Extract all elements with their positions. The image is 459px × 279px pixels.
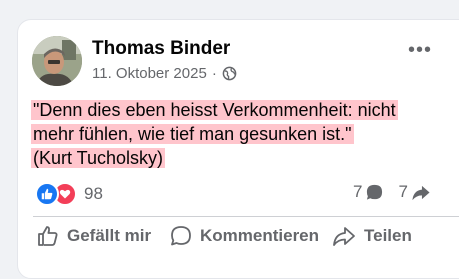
divider [33,216,459,217]
comment-button-label: Kommentieren [200,226,320,245]
post-text-line-1: "Denn dies eben heisst Verkommenheit: ni… [31,100,398,120]
share-button-label: Teilen [364,226,412,245]
globe-icon[interactable] [222,66,237,81]
post-card: Thomas Binder 11. Oktober 2025 · ••• "De… [17,19,459,279]
post-text-line-3: (Kurt Tucholsky) [31,148,166,168]
comment-bubble-icon [367,184,383,200]
share-button[interactable]: Teilen [331,220,412,252]
avatar[interactable] [32,36,82,86]
meta-separator: · [211,65,217,82]
like-button[interactable]: Gefällt mir [36,220,151,252]
engagement-stats: 7 7 [353,182,431,202]
comment-button[interactable]: Kommentieren [169,220,319,252]
shares-stat[interactable]: 7 [398,182,430,202]
reactions-summary[interactable]: 98 [35,182,103,206]
comment-icon [171,226,191,246]
author-name[interactable]: Thomas Binder [92,38,230,60]
avatar-photo-icon [32,36,82,86]
comments-stat[interactable]: 7 [353,182,384,202]
like-reaction-icon [35,182,59,206]
reaction-count: 98 [84,184,103,203]
post-text-line-2: mehr fühlen, wie tief man gesunken ist." [31,124,354,144]
thumbs-up-icon [38,226,58,246]
post-text: "Denn dies eben heisst Verkommenheit: ni… [31,98,398,170]
like-button-label: Gefällt mir [67,226,152,245]
action-bar: Gefällt mir Kommentieren Teilen [18,220,458,252]
share-icon [333,227,355,246]
post-date[interactable]: 11. Oktober 2025 [92,65,207,82]
post-meta: 11. Oktober 2025 · [92,65,237,82]
shares-count: 7 [398,182,408,201]
comments-count: 7 [353,182,363,201]
more-options-icon[interactable]: ••• [408,40,432,60]
share-arrow-icon [412,185,430,200]
